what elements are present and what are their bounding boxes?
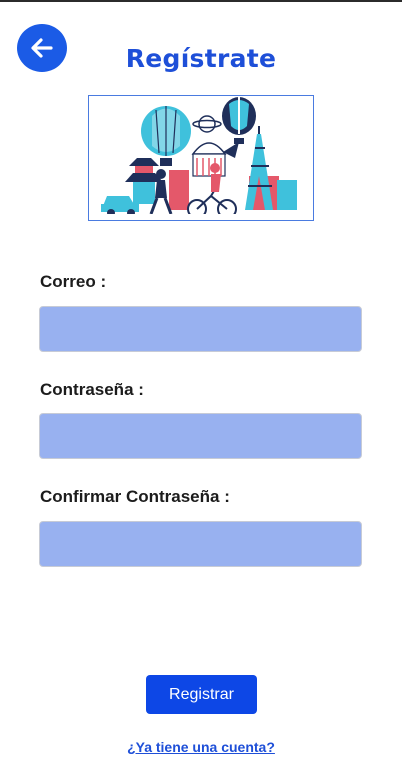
confirm-password-label: Confirmar Contraseña :	[40, 487, 230, 506]
password-field[interactable]	[39, 413, 362, 459]
password-label: Contraseña :	[40, 380, 144, 399]
email-field[interactable]	[39, 306, 362, 352]
travel-illustration	[88, 95, 314, 221]
register-button[interactable]: Registrar	[146, 675, 257, 714]
email-label: Correo :	[40, 272, 107, 291]
confirm-password-field[interactable]	[39, 521, 362, 567]
page-title: Regístrate	[125, 44, 277, 73]
top-divider	[0, 0, 402, 2]
login-link[interactable]: ¿Ya tiene una cuenta?	[0, 739, 402, 755]
